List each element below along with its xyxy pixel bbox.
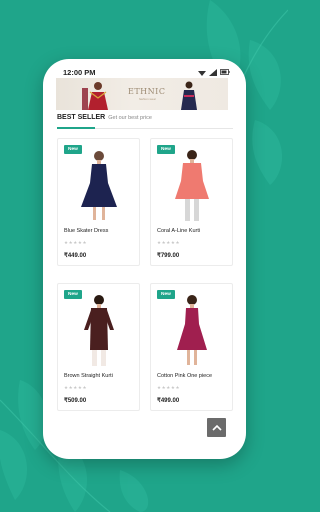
dress-shape (177, 308, 207, 350)
product-price: ₹449.00 (64, 253, 87, 259)
product-card[interactable]: New Blue Skater Dress ★★★★★ ₹449.00 (57, 138, 140, 266)
product-price: ₹499.00 (157, 398, 180, 404)
dress-shape (81, 164, 117, 207)
dress-figure (175, 150, 209, 221)
product-name[interactable]: Cotton Pink One piece (157, 373, 212, 379)
product-card[interactable]: New Cotton Pink One piece ★★★★★ ₹499.00 (150, 283, 233, 411)
section-accent-line (57, 127, 95, 129)
phone-screen: 12:00 PM ETHNIC fashion wear BEST SELLER… (43, 59, 246, 459)
banner-model-left (82, 82, 108, 110)
product-name[interactable]: Blue Skater Dress (64, 228, 108, 234)
product-name[interactable]: Brown Straight Kurti (64, 373, 113, 379)
section-title: BEST SELLER (57, 114, 106, 121)
banner-subtitle: fashion wear (139, 97, 157, 101)
chevron-up-icon (211, 424, 222, 431)
dress-figure (81, 151, 117, 220)
promo-banner[interactable]: ETHNIC fashion wear (56, 78, 228, 110)
rating-stars: ★★★★★ (157, 240, 181, 245)
new-badge: New (157, 290, 175, 299)
dress-figure (177, 295, 207, 365)
product-card[interactable]: New Brown Straight Kurti ★★★★★ ₹509.00 (57, 283, 140, 411)
status-icons (198, 68, 230, 76)
dress-figure (84, 295, 114, 366)
banner-model-right (181, 81, 197, 110)
battery-icon (220, 69, 230, 75)
product-image (64, 145, 134, 223)
section-subtitle: Get our best price (108, 115, 152, 121)
product-price: ₹799.00 (157, 253, 180, 259)
new-badge: New (64, 290, 82, 299)
signal-icon (209, 68, 217, 76)
product-image (157, 290, 227, 368)
dress-shape (90, 308, 108, 350)
product-name[interactable]: Coral A-Line Kurti (157, 228, 200, 234)
new-badge: New (64, 145, 82, 154)
product-price: ₹509.00 (64, 398, 87, 404)
scroll-to-top-button[interactable] (207, 418, 226, 437)
status-time: 12:00 PM (63, 67, 96, 77)
product-card[interactable]: New Coral A-Line Kurti ★★★★★ ₹799.00 (150, 138, 233, 266)
product-image (157, 145, 227, 223)
dress-shape (175, 163, 209, 199)
rating-stars: ★★★★★ (64, 385, 88, 390)
rating-stars: ★★★★★ (157, 385, 181, 390)
banner-title: ETHNIC (128, 87, 166, 96)
new-badge: New (157, 145, 175, 154)
wifi-icon (198, 70, 206, 76)
rating-stars: ★★★★★ (64, 240, 88, 245)
product-image (64, 290, 134, 368)
